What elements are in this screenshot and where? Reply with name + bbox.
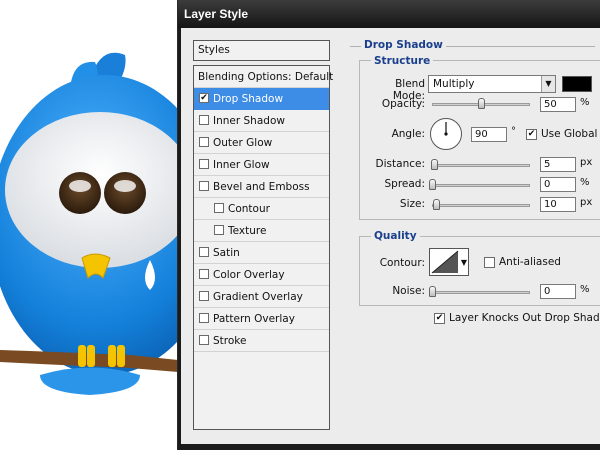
style-item-label: Stroke xyxy=(213,335,247,347)
spread-slider-track[interactable] xyxy=(432,184,530,187)
layer-style-dialog: Layer Style Styles Blending Options: Def… xyxy=(177,0,600,450)
size-unit: px xyxy=(580,197,593,208)
opacity-label: Opacity: xyxy=(381,98,425,110)
size-field[interactable]: 10 xyxy=(540,197,576,212)
dialog-frame-bottom xyxy=(178,444,600,450)
layer-knocks-out-checkbox[interactable]: ✔ xyxy=(434,313,445,324)
style-item-label: Inner Glow xyxy=(213,159,270,171)
style-item-label: Color Overlay xyxy=(213,269,285,281)
distance-unit: px xyxy=(580,157,593,168)
contour-chevron-down-icon[interactable]: ▼ xyxy=(461,258,467,267)
style-item-label: Pattern Overlay xyxy=(213,313,295,325)
contour-label: Contour: xyxy=(379,257,425,269)
chevron-down-icon[interactable]: ▼ xyxy=(541,76,555,92)
style-item-label: Bevel and Emboss xyxy=(213,181,310,193)
style-item-label: Drop Shadow xyxy=(213,93,284,105)
style-item-checkbox[interactable] xyxy=(199,181,209,191)
style-item-color-overlay[interactable]: Color Overlay xyxy=(194,264,329,286)
distance-slider-thumb[interactable] xyxy=(430,159,438,170)
opacity-slider-thumb[interactable] xyxy=(478,98,485,109)
style-item-bevel-and-emboss[interactable]: Bevel and Emboss xyxy=(194,176,329,198)
style-item-checkbox[interactable] xyxy=(214,225,224,235)
style-item-label: Contour xyxy=(228,203,270,215)
opacity-field[interactable]: 50 xyxy=(540,97,576,112)
blending-options-item[interactable]: Blending Options: Default xyxy=(194,66,333,88)
style-item-checkbox[interactable] xyxy=(199,291,209,301)
layer-knocks-out-label: Layer Knocks Out Drop Shadow xyxy=(449,312,600,324)
style-item-label: Satin xyxy=(213,247,240,259)
distance-label: Distance: xyxy=(375,158,425,170)
angle-field[interactable]: 90 xyxy=(471,127,507,142)
style-item-outer-glow[interactable]: Outer Glow xyxy=(194,132,329,154)
noise-field[interactable]: 0 xyxy=(540,284,576,299)
style-item-texture[interactable]: Texture xyxy=(194,220,329,242)
blend-mode-value: Multiply xyxy=(433,78,475,90)
size-slider-thumb[interactable] xyxy=(432,199,440,210)
style-item-label: Gradient Overlay xyxy=(213,291,303,303)
dialog-title: Layer Style xyxy=(178,0,600,28)
style-item-checkbox[interactable] xyxy=(214,203,224,213)
styles-header[interactable]: Styles xyxy=(193,40,330,61)
angle-label: Angle: xyxy=(391,128,425,140)
style-item-inner-glow[interactable]: Inner Glow xyxy=(194,154,329,176)
style-item-checkbox[interactable] xyxy=(199,137,209,147)
angle-dial[interactable] xyxy=(430,118,462,150)
spread-label: Spread: xyxy=(384,178,425,190)
angle-indicator-icon xyxy=(444,122,448,136)
size-slider-track[interactable] xyxy=(432,204,530,207)
use-global-light-label: Use Global Light xyxy=(541,128,599,140)
style-item-checkbox[interactable] xyxy=(199,247,209,257)
angle-unit: ° xyxy=(511,126,516,137)
style-item-satin[interactable]: Satin xyxy=(194,242,329,264)
anti-aliased-checkbox[interactable] xyxy=(484,257,495,268)
style-item-label: Inner Shadow xyxy=(213,115,285,127)
style-item-inner-shadow[interactable]: Inner Shadow xyxy=(194,110,329,132)
quality-title: Quality xyxy=(371,230,420,242)
spread-slider-thumb[interactable] xyxy=(429,179,436,190)
style-item-pattern-overlay[interactable]: Pattern Overlay xyxy=(194,308,329,330)
style-item-checkbox[interactable] xyxy=(199,115,209,125)
style-item-checkbox[interactable] xyxy=(199,269,209,279)
style-item-label: Outer Glow xyxy=(213,137,273,149)
style-item-checkbox[interactable]: ✔ xyxy=(199,93,209,103)
shadow-color-swatch[interactable] xyxy=(562,76,592,92)
blend-mode-select[interactable]: Multiply ▼ xyxy=(428,75,556,93)
style-item-stroke[interactable]: Stroke xyxy=(194,330,329,352)
style-item-contour[interactable]: Contour xyxy=(194,198,329,220)
styles-list: Blending Options: Default ✔ Drop Shadow In… xyxy=(193,65,333,430)
opacity-unit: % xyxy=(580,97,590,108)
spread-unit: % xyxy=(580,177,590,188)
size-label: Size: xyxy=(399,198,425,210)
drop-shadow-title: Drop Shadow xyxy=(361,39,446,51)
noise-unit: % xyxy=(580,284,590,295)
style-item-checkbox[interactable] xyxy=(199,313,209,323)
structure-title: Structure xyxy=(371,55,434,67)
spread-field[interactable]: 0 xyxy=(540,177,576,192)
anti-aliased-label: Anti-aliased xyxy=(499,256,561,268)
noise-slider-track[interactable] xyxy=(432,291,530,294)
distance-field[interactable]: 5 xyxy=(540,157,576,172)
noise-slider-thumb[interactable] xyxy=(429,286,436,297)
dialog-frame-left xyxy=(178,28,181,450)
style-item-gradient-overlay[interactable]: Gradient Overlay xyxy=(194,286,329,308)
style-item-label: Texture xyxy=(228,225,267,237)
distance-slider-track[interactable] xyxy=(432,164,530,167)
style-item-checkbox[interactable] xyxy=(199,159,209,169)
noise-label: Noise: xyxy=(392,285,425,297)
contour-picker[interactable]: ▼ xyxy=(429,248,469,276)
style-item-checkbox[interactable] xyxy=(199,335,209,345)
style-item-drop-shadow[interactable]: ✔ Drop Shadow xyxy=(194,88,329,110)
use-global-light-checkbox[interactable]: ✔ xyxy=(526,129,537,140)
